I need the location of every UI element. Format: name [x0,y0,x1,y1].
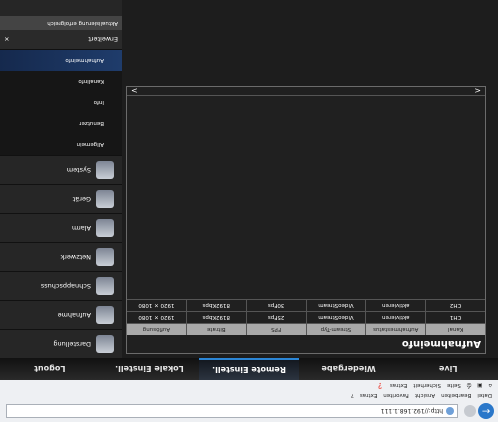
sidebar-item-netzwerk[interactable]: Netzwerk [0,242,122,271]
forward-button[interactable] [464,405,476,417]
sidebar-item-darstellung[interactable]: Darstellung [0,329,122,358]
tab-lokale-einstell[interactable]: Lokale Einstell. [100,358,200,380]
table-cell: CH1 [425,312,485,323]
back-arrow-icon: ← [481,405,491,417]
sidebar-item-alarm[interactable]: Alarm [0,213,122,242]
print-icon[interactable]: ⎙ [467,382,471,389]
sidebar-item-label: System [66,166,91,174]
submenu-item-kanalinfo[interactable]: Kanalinfo [0,71,122,92]
submenu-item-aufnahmeinfo[interactable]: Aufnahmeinfo [0,50,122,71]
monitor-icon [96,335,114,353]
sidebar-item-label: Schnappschuss [40,282,91,290]
table-cell: 8192Kbps [185,300,246,311]
next-page-arrow[interactable]: > [131,87,138,96]
film-reel-icon [96,306,114,324]
home-icon[interactable]: ⌂ [489,382,493,388]
table-cell: aktivieren [365,300,426,311]
sidebar-item-schnappschuss[interactable]: Schnappschuss [0,271,122,300]
ie-page-icon [446,407,454,415]
column-header: Bitrate [185,324,246,335]
back-button[interactable]: ← [478,403,494,419]
table-row: CH2 aktivieren VideoStream 30Fps 8192Kbp… [127,299,485,311]
table-cell: 1920 × 1080 [138,314,175,321]
record-info-panel: Aufnahmeinfo Kanal Aufnahmestatus Stream… [126,86,486,354]
sidebar-item-label: Netzwerk [60,253,91,261]
column-header: Kanal [425,324,485,335]
sidebar-item-label: Darstellung [53,340,91,348]
column-header: FPS [245,324,306,335]
tab-remote-einstell[interactable]: Remote Einstell. [199,358,299,380]
menu-bar: Datei Bearbeiten Ansicht Favoriten Extra… [0,390,498,400]
sidebar-item-label: Aufnahme [57,311,91,319]
settings-sidebar: Darstellung Aufnahme Schnappschuss Netzw… [0,0,122,358]
sidebar-footer: Erweitert × [0,30,122,50]
table-cell: VideoStream [305,300,366,311]
help-icon[interactable]: ❓ [377,382,384,388]
menu-item-favoriten[interactable]: Favoriten [383,392,408,398]
table-cell: 8192Kbps [185,312,246,323]
submenu-item-allgemein[interactable]: Allgemein [0,134,122,155]
previous-page-arrow[interactable]: < [474,87,481,96]
menu-item-bearbeiten[interactable]: Bearbeiten [441,392,471,398]
menu-item-extras[interactable]: Extras [360,392,377,398]
sidebar-item-aufnahme[interactable]: Aufnahme [0,300,122,329]
table-cell: 1920 × 1080 [138,302,175,309]
table-cell: 25Fps [245,312,306,323]
table-cell: VideoStream [305,312,366,323]
hdd-icon [96,190,114,208]
menu-item-datei[interactable]: Datei [477,392,492,398]
submenu-item-benutzer[interactable]: Benutzer [0,113,122,134]
menu-item-ansicht[interactable]: Ansicht [415,392,435,398]
record-info-table: Kanal Aufnahmestatus Stream-Typ FPS Bitr… [127,299,485,335]
main-area: Aufnahmeinfo Kanal Aufnahmestatus Stream… [0,0,498,358]
camera-icon [96,277,114,295]
status-message: Aktualisierung erfolgreich [0,16,122,30]
address-bar[interactable]: http://192.168.1.111 [6,404,458,418]
sidebar-item-geraet[interactable]: Gerät [0,184,122,213]
close-icon[interactable]: × [4,36,9,44]
feeds-icon[interactable]: ▣ [477,382,482,388]
command-seite[interactable]: Seite [447,382,461,388]
column-header: Auflösung [142,326,171,333]
menu-item-help[interactable]: ? [351,392,354,398]
browser-chrome: ← http://192.168.1.111 Datei Bearbeiten … [0,379,498,422]
tab-live[interactable]: Live [398,358,498,380]
table-row: CH1 aktivieren VideoStream 25Fps 8192Kbp… [127,311,485,323]
table-cell: aktivieren [365,312,426,323]
table-header: Kanal Aufnahmestatus Stream-Typ FPS Bitr… [127,323,485,335]
advanced-label[interactable]: Erweitert [88,36,118,44]
panel-title: Aufnahmeinfo [401,338,481,349]
command-bar: ⌂ ▣ ⎙ Seite Sicherheit Extras ❓ [0,379,498,390]
table-cell: CH2 [425,300,485,311]
address-text: http://192.168.1.111 [380,407,443,415]
column-header: Stream-Typ [305,324,366,335]
sidebar-item-label: Alarm [71,224,91,232]
tab-wiedergabe[interactable]: Wiedergabe [299,358,399,380]
sidebar-item-label: Gerät [72,195,91,203]
system-submenu: Allgemein Benutzer Info Kanalinfo Aufnah… [0,50,122,155]
page-nav: < > [127,87,485,96]
tab-logout[interactable]: Logout [0,358,100,380]
command-extras[interactable]: Extras [390,382,407,388]
address-row: ← http://192.168.1.111 [0,400,498,422]
command-sicherheit[interactable]: Sicherheit [413,382,441,388]
submenu-item-info[interactable]: Info [0,92,122,113]
system-icon [96,161,114,179]
column-header: Aufnahmestatus [365,324,426,335]
main-navigation: Live Wiedergabe Remote Einstell. Lokale … [0,357,498,380]
table-cell: 30Fps [245,300,306,311]
sidebar-item-system[interactable]: System [0,155,122,184]
network-icon [96,248,114,266]
alarm-icon [96,219,114,237]
